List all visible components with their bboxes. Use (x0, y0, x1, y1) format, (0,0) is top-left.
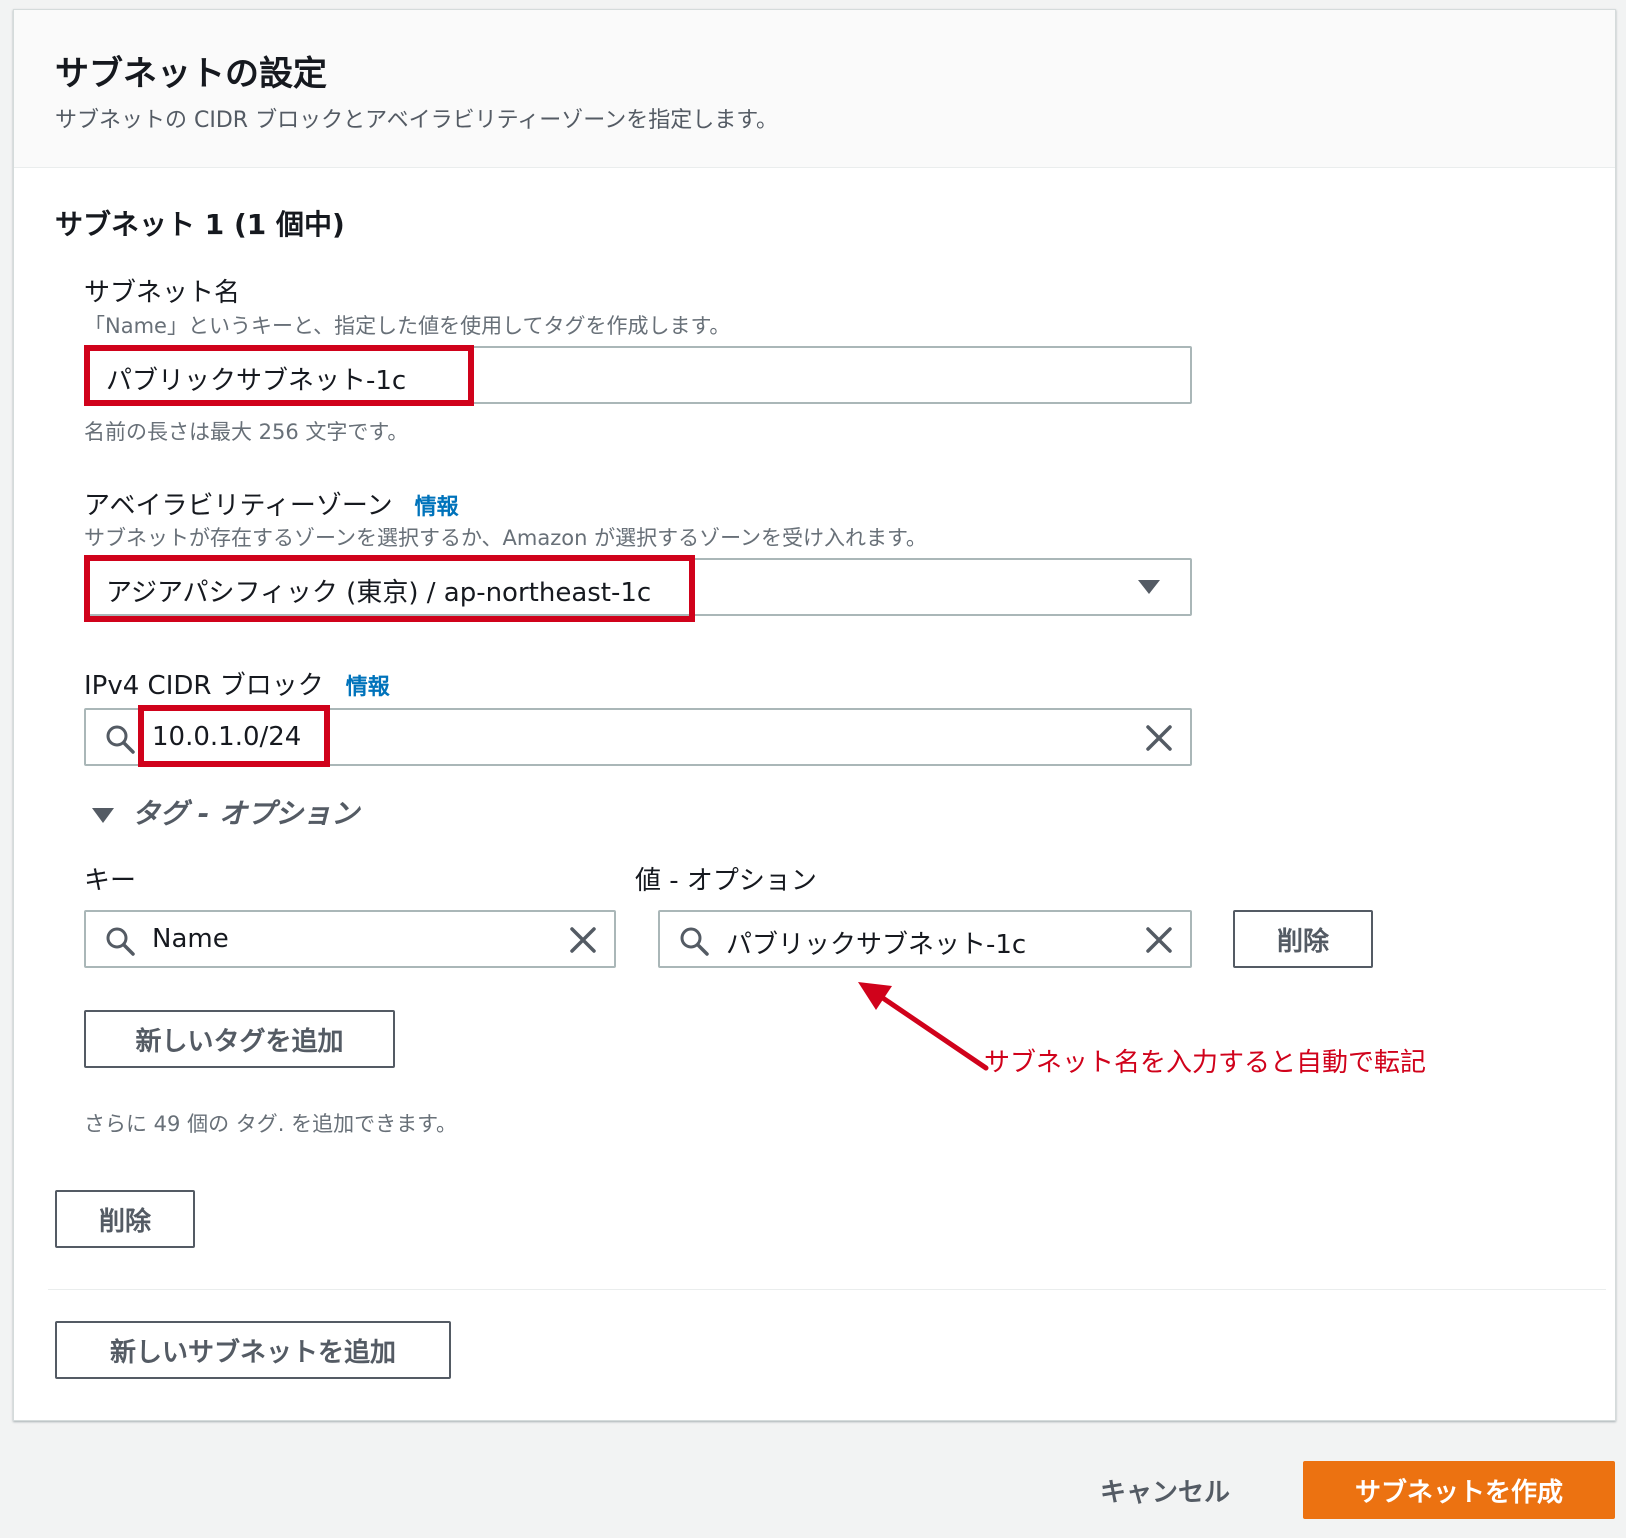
search-icon (106, 725, 135, 754)
annotation-arrow-icon (858, 982, 989, 1071)
az-label-row: アベイラビリティーゾーン 情報 (84, 485, 459, 522)
tags-remaining-text: さらに 49 個の タグ. を追加できます。 (84, 1112, 457, 1136)
panel-title: サブネットの設定 (55, 54, 327, 94)
clear-icon[interactable] (1144, 723, 1174, 753)
panel-header: サブネットの設定 サブネットの CIDR ブロックとアベイラビリティーゾーンを指… (14, 10, 1615, 168)
cidr-input[interactable]: 10.0.1.0/24 (84, 708, 1192, 766)
clear-icon[interactable] (568, 925, 598, 955)
annotation-text: サブネット名を入力すると自動で転記 (984, 1048, 1427, 1078)
tag-value-value: パブリックサブネット-1c (726, 930, 1027, 960)
tag-value-input[interactable]: パブリックサブネット-1c (658, 910, 1192, 968)
cidr-label: IPv4 CIDR ブロック (84, 671, 324, 701)
subnet-name-value: パブリックサブネット-1c (106, 366, 407, 396)
tag-key-label: キー (84, 866, 137, 896)
tag-key-value: Name (152, 924, 229, 954)
cidr-label-row: IPv4 CIDR ブロック 情報 (84, 665, 390, 702)
remove-tag-button[interactable]: 削除 (1233, 910, 1373, 968)
create-subnet-button[interactable]: サブネットを作成 (1303, 1461, 1615, 1519)
subnet-name-label: サブネット名 (84, 278, 241, 308)
cidr-value: 10.0.1.0/24 (152, 722, 302, 752)
cancel-button[interactable]: キャンセル (1100, 1472, 1230, 1509)
panel-description: サブネットの CIDR ブロックとアベイラビリティーゾーンを指定します。 (55, 108, 779, 133)
divider (48, 1289, 1606, 1290)
tags-section-label: タグ - オプション (132, 797, 360, 830)
add-tag-button[interactable]: 新しいタグを追加 (84, 1010, 395, 1068)
remove-subnet-button[interactable]: 削除 (55, 1190, 195, 1248)
az-info-link[interactable]: 情報 (415, 495, 459, 520)
tags-expander[interactable]: タグ - オプション (92, 792, 359, 832)
az-select[interactable]: アジアパシフィック (東京) / ap-northeast-1c (84, 558, 1192, 616)
search-icon (680, 927, 709, 956)
tag-key-input[interactable]: Name (84, 910, 616, 968)
search-icon (106, 927, 135, 956)
az-description: サブネットが存在するゾーンを選択するか、Amazon が選択するゾーンを受け入れ… (84, 526, 927, 550)
subnet-settings-panel: サブネットの設定 サブネットの CIDR ブロックとアベイラビリティーゾーンを指… (13, 9, 1616, 1421)
triangle-down-icon (92, 807, 114, 823)
clear-icon[interactable] (1144, 925, 1174, 955)
subnet-name-description: 「Name」というキーと、指定した値を使用してタグを作成します。 (84, 314, 731, 338)
caret-down-icon (1138, 580, 1160, 594)
subnet-name-input[interactable]: パブリックサブネット-1c (84, 346, 1192, 404)
az-selected-value: アジアパシフィック (東京) / ap-northeast-1c (106, 578, 652, 608)
subnet-heading: サブネット 1 (1 個中) (55, 208, 345, 241)
subnet-name-constraint: 名前の長さは最大 256 文字です。 (84, 420, 409, 444)
tag-value-label: 値 - オプション (635, 866, 817, 896)
add-subnet-button[interactable]: 新しいサブネットを追加 (55, 1321, 451, 1379)
az-label: アベイラビリティーゾーン (84, 491, 393, 521)
cidr-info-link[interactable]: 情報 (346, 675, 390, 700)
